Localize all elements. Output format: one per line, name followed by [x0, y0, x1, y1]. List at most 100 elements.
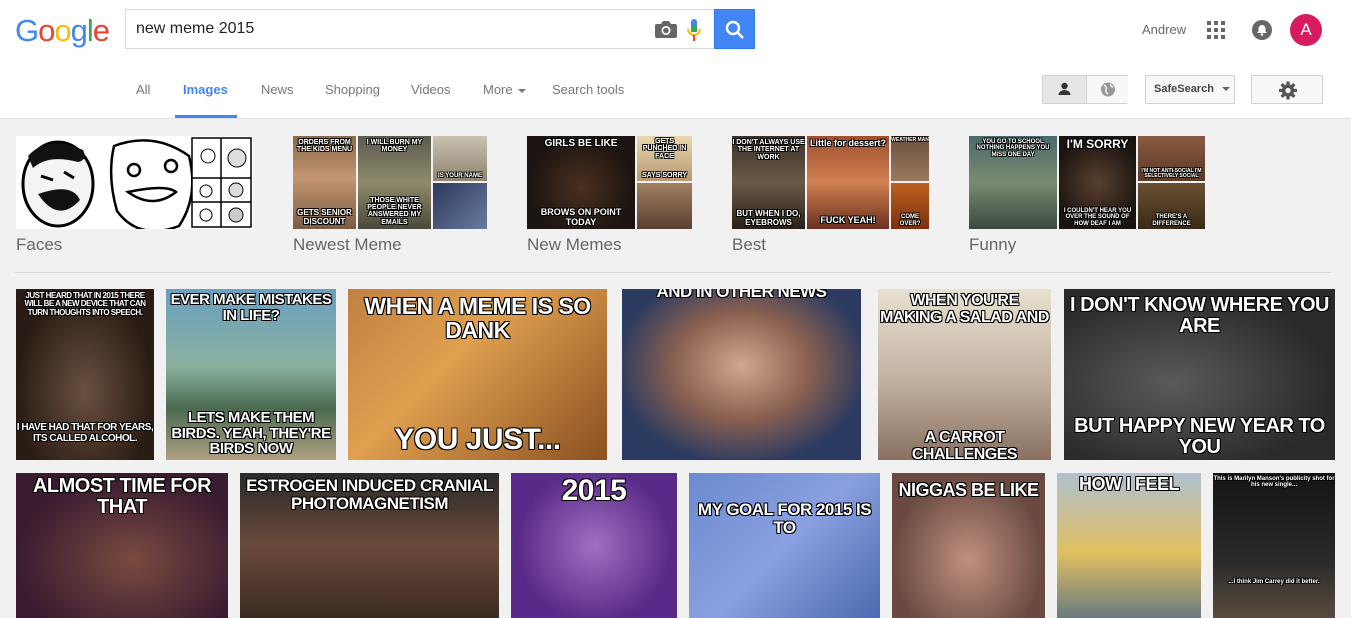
search-box — [125, 9, 714, 49]
collage-caption: I'M NOT ANTI-SOCIAL I'M SELECTIVELY SOCI… — [1141, 167, 1202, 179]
rage-faces-drawing — [16, 136, 253, 229]
avatar[interactable]: A — [1290, 14, 1322, 46]
collage-caption: Little for dessert? — [809, 138, 886, 148]
person-icon — [1058, 82, 1071, 95]
logo-letter: G — [15, 13, 39, 48]
meme-caption-bottom: ...I think Jim Carrey did it better. — [1228, 579, 1320, 585]
user-name-link[interactable]: Andrew — [1142, 22, 1186, 37]
best-collage-image[interactable]: I DON'T ALWAYS USE THE INTERNET AT WORK … — [732, 136, 929, 229]
globe-icon — [1101, 82, 1115, 97]
category-label: Best — [732, 235, 767, 254]
image-result[interactable]: 2015 — [511, 473, 677, 618]
image-result[interactable]: HOW I FEEL — [1057, 473, 1201, 618]
meme-caption-top: This is Marilyn Manson's publicity shot … — [1213, 476, 1335, 489]
image-result[interactable]: NIGGAS BE LIKE — [892, 473, 1045, 618]
newest-meme-collage-image[interactable]: ORDERS FROM THE KIDS MENU GETS SENIOR DI… — [293, 136, 487, 229]
collage-caption: IS YOUR NAME — [438, 172, 482, 179]
meme-caption-bottom: YOU JUST... — [394, 422, 561, 456]
collage-caption: BUT WHEN I DO, EYEBROWS — [736, 209, 801, 227]
gear-icon — [1279, 81, 1297, 100]
funny-collage-image[interactable]: YOU GO TO SCHOOL NOTHING HAPPENS YOU MIS… — [969, 136, 1205, 229]
tab-search-tools[interactable]: Search tools — [552, 82, 624, 97]
meme-caption-top: I DON'T KNOW WHERE YOU ARE — [1070, 294, 1329, 337]
safesearch-dropdown[interactable]: SafeSearch — [1145, 75, 1235, 104]
meme-caption-top: EVER MAKE MISTAKES IN LIFE? — [170, 291, 332, 324]
camera-icon[interactable] — [655, 21, 677, 38]
collage-caption: THERE'S A DIFFERENCE — [1152, 214, 1191, 227]
collage-caption: GIRLS BE LIKE — [544, 138, 618, 149]
notifications-bell-icon[interactable] — [1252, 20, 1272, 40]
safesearch-label: SafeSearch — [1154, 83, 1214, 95]
google-logo[interactable]: Google — [15, 13, 110, 49]
microphone-icon[interactable] — [687, 19, 701, 41]
category-label: Faces — [16, 235, 63, 254]
collage-caption: I'M SORRY — [1066, 137, 1129, 151]
collage-caption: GETS PUNCHED IN FACE — [642, 138, 687, 160]
meme-caption-top: MY GOAL FOR 2015 IS TO — [697, 500, 872, 537]
image-result[interactable]: ALMOST TIME FOR THAT — [16, 473, 228, 618]
collage-caption: FUCK YEAH! — [820, 214, 876, 225]
collage-caption: I DON'T ALWAYS USE THE INTERNET AT WORK — [732, 139, 805, 161]
meme-caption-top: ESTROGEN INDUCED CRANIAL PHOTOMAGNETISM — [246, 476, 493, 513]
meme-caption-bottom: A CARROT CHALLENGES — [911, 429, 1018, 460]
image-result[interactable]: This is Marilyn Manson's publicity shot … — [1213, 473, 1335, 618]
apps-grid-icon[interactable] — [1207, 21, 1225, 39]
image-result[interactable]: MY GOAL FOR 2015 IS TO — [689, 473, 880, 618]
image-result[interactable]: ESTROGEN INDUCED CRANIAL PHOTOMAGNETISM — [240, 473, 499, 618]
tab-more-label: More — [483, 82, 513, 97]
new-memes-collage-image[interactable]: GIRLS BE LIKE BROWS ON POINT TODAY GETS … — [527, 136, 692, 229]
active-tab-indicator — [175, 115, 237, 118]
collage-caption: THOSE WHITE PEOPLE NEVER ANSWERED MY EMA… — [367, 196, 422, 226]
meme-caption-top: NIGGAS BE LIKE — [898, 480, 1039, 500]
image-result[interactable]: I DON'T KNOW WHERE YOU ARE BUT HAPPY NEW… — [1064, 289, 1335, 460]
logo-letter: o — [38, 13, 55, 48]
meme-caption-top: WHEN A MEME IS SO DANK — [364, 293, 591, 344]
category-label: New Memes — [527, 235, 622, 254]
search-tabs-bar: All Images News Shopping Videos More Sea… — [0, 60, 1351, 119]
image-result[interactable]: WHEN A MEME IS SO DANK YOU JUST... — [348, 289, 607, 460]
collage-caption: YOU GO TO SCHOOL NOTHING HAPPENS YOU MIS… — [976, 139, 1050, 158]
image-result[interactable]: JUST HEARD THAT IN 2015 THERE WILL BE A … — [16, 289, 154, 460]
tab-shopping[interactable]: Shopping — [325, 82, 380, 97]
global-results-button[interactable] — [1086, 76, 1128, 103]
collage-caption: I COULDN'T HEAR YOU OVER THE SOUND OF HO… — [1063, 208, 1132, 227]
meme-caption-bottom: LETS MAKE THEM BIRDS. YEAH, THEY'RE BIRD… — [171, 408, 331, 458]
tab-news[interactable]: News — [261, 82, 294, 97]
image-result[interactable]: AND IN OTHER NEWS — [622, 289, 861, 460]
meme-caption-top: HOW I FEEL — [1079, 474, 1180, 494]
faces-collage-image[interactable] — [16, 136, 253, 229]
results-scope-toggle — [1042, 75, 1128, 104]
category-label: Newest Meme — [293, 235, 402, 254]
meme-caption-bottom: I HAVE HAD THAT FOR YEARS, ITS CALLED AL… — [16, 422, 154, 444]
collage-caption: BROWS ON POINT TODAY — [540, 207, 622, 227]
header: Google Andrew A — [0, 0, 1351, 60]
search-button[interactable] — [714, 9, 755, 49]
personal-results-button[interactable] — [1043, 76, 1086, 103]
meme-caption-top: JUST HEARD THAT IN 2015 THERE WILL BE A … — [24, 291, 146, 317]
meme-caption-top: 2015 — [561, 474, 627, 507]
collage-caption: GETS SENIOR DISCOUNT — [297, 208, 352, 226]
category-label: Funny — [969, 235, 1017, 254]
collage-caption: ORDERS FROM THE KIDS MENU — [296, 139, 353, 154]
logo-letter: g — [70, 13, 88, 48]
logo-letter: o — [54, 13, 71, 48]
tab-videos[interactable]: Videos — [411, 82, 451, 97]
collage-caption: I WILL BURN MY MONEY — [366, 139, 423, 154]
meme-caption-top: WHEN YOU'RE MAKING A SALAD AND — [880, 292, 1049, 326]
section-divider — [15, 272, 1331, 273]
tab-all[interactable]: All — [136, 82, 150, 97]
meme-caption-top: AND IN OTHER NEWS — [656, 289, 828, 301]
tab-images[interactable]: Images — [183, 82, 228, 97]
meme-caption-top: ALMOST TIME FOR THAT — [32, 475, 212, 518]
chevron-down-icon — [517, 88, 526, 93]
search-input[interactable] — [136, 10, 636, 48]
tab-more[interactable]: More — [483, 82, 526, 97]
image-result[interactable]: WHEN YOU'RE MAKING A SALAD AND A CARROT … — [878, 289, 1051, 460]
collage-caption: COME OVER? — [899, 214, 921, 227]
search-icon — [725, 20, 744, 39]
logo-letter: e — [92, 13, 110, 48]
collage-caption: WEATHER MAN — [891, 137, 929, 143]
image-result[interactable]: EVER MAKE MISTAKES IN LIFE? LETS MAKE TH… — [166, 289, 336, 460]
meme-caption-bottom: BUT HAPPY NEW YEAR TO YOU — [1074, 415, 1325, 458]
settings-button[interactable] — [1251, 75, 1323, 104]
